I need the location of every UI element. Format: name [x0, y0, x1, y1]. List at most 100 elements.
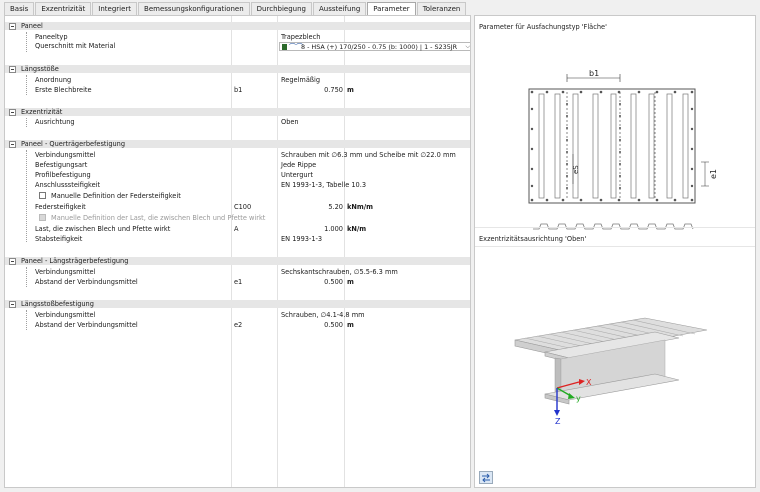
row-label: Paneeltyp — [35, 33, 68, 41]
row-anschlusssteifigkeit[interactable]: Anschlusssteifigkeit EN 1993-1-3, Tabell… — [5, 181, 470, 189]
section-laengsstoesse[interactable]: Längsstöße — [5, 65, 470, 73]
axis-y-label: y — [576, 394, 581, 403]
manuelle-federsteifigkeit-checkbox[interactable] — [39, 192, 46, 199]
collapse-icon[interactable] — [9, 109, 16, 116]
row-symbol: C100 — [234, 203, 252, 211]
checkbox-label: Manuelle Definition der Federsteifigkeit — [51, 192, 181, 200]
collapse-icon[interactable] — [9, 23, 16, 30]
row-label: Verbindungsmittel — [35, 268, 96, 276]
row-label: Verbindungsmittel — [35, 311, 96, 319]
layout-drawing: b1 eS e1 — [528, 69, 718, 230]
row-querschnitt[interactable]: Querschnitt mit Material ⌒⌒ 8 - HSA (+) … — [5, 42, 470, 52]
row-label: Abstand der Verbindungsmittel — [35, 321, 138, 329]
tab-parameter[interactable]: Parameter — [367, 2, 416, 16]
dropdown-value: 8 - HSA (+) 170/250 - 0.75 (b: 1000) | 1… — [301, 43, 458, 51]
row-value: Sechskantschrauben, ∅5.5-6.3 mm — [281, 268, 398, 276]
row-symbol: e1 — [234, 278, 243, 286]
section-exzentrizitaet[interactable]: Exzentrizität — [5, 108, 470, 116]
checkbox-label: Manuelle Definition der Last, die zwisch… — [51, 214, 266, 222]
tab-bemessungskonfigurationen[interactable]: Bemessungskonfigurationen — [138, 2, 250, 15]
z-axis-head — [554, 410, 560, 416]
row-label: Profilbefestigung — [35, 171, 91, 179]
tab-bar: Basis Exzentrizität Integriert Bemessung… — [4, 2, 467, 16]
collapse-icon[interactable] — [9, 66, 16, 73]
panel-frame — [528, 88, 696, 204]
dim-e1-label: e1 — [709, 169, 718, 179]
row-label: Querschnitt mit Material — [35, 42, 116, 50]
row-number[interactable]: 0.500 — [324, 321, 343, 329]
separator — [475, 246, 755, 247]
row-manuelle-last[interactable]: Manuelle Definition der Last, die zwisch… — [5, 214, 470, 222]
row-last-blech-pfette[interactable]: Last, die zwischen Blech und Pfette wirk… — [5, 225, 470, 233]
row-value: Untergurt — [281, 171, 313, 179]
row-unit: kNm/m — [347, 203, 374, 211]
beam-3d-drawing: X y Z — [514, 317, 708, 426]
section-title: Exzentrizität — [21, 108, 63, 116]
material-color-icon — [282, 44, 287, 50]
row-value: Schrauben, ∅4.1-4.8 mm — [281, 311, 365, 319]
row-erste-blechbreite[interactable]: Erste Blechbreite b1 0.750 m — [5, 86, 470, 94]
tab-toleranzen[interactable]: Toleranzen — [416, 2, 467, 15]
section-laengstraegerbefestigung[interactable]: Paneel - Längsträgerbefestigung — [5, 257, 470, 265]
row-verbindungsmittel-laengstraeger[interactable]: Verbindungsmittel Sechskantschrauben, ∅5… — [5, 268, 470, 276]
row-unit: m — [347, 86, 354, 94]
row-anordnung[interactable]: Anordnung Regelmäßig — [5, 76, 470, 84]
tab-durchbiegung[interactable]: Durchbiegung — [250, 2, 312, 15]
row-verbindungsmittel-laengsstoss[interactable]: Verbindungsmittel Schrauben, ∅4.1-4.8 mm — [5, 311, 470, 319]
row-abstand-laengsstoss[interactable]: Abstand der Verbindungsmittel e2 0.500 m — [5, 321, 470, 329]
row-number[interactable]: 0.750 — [324, 86, 343, 94]
row-label: Last, die zwischen Blech und Pfette wirk… — [35, 225, 171, 233]
row-ausrichtung[interactable]: Ausrichtung Oben — [5, 118, 470, 126]
section-quertraegerbefestigung[interactable]: Paneel - Querträgerbefestigung — [5, 140, 470, 148]
row-befestigungsart[interactable]: Befestigungsart Jede Rippe — [5, 161, 470, 169]
row-label: Anschlusssteifigkeit — [35, 181, 101, 189]
collapse-icon[interactable] — [9, 141, 16, 148]
row-label: Befestigungsart — [35, 161, 88, 169]
swap-icon — [482, 473, 490, 483]
row-value: Jede Rippe — [281, 161, 317, 169]
collapse-icon[interactable] — [9, 301, 16, 308]
row-number[interactable]: 0.500 — [324, 278, 343, 286]
section-paneel[interactable]: Paneel — [5, 22, 470, 30]
row-label: Abstand der Verbindungsmittel — [35, 278, 138, 286]
separator — [475, 227, 755, 228]
row-unit: m — [347, 321, 354, 329]
row-number[interactable]: 5.20 — [328, 203, 343, 211]
row-profilbefestigung[interactable]: Profilbefestigung Untergurt — [5, 171, 470, 179]
axis-z-label: Z — [555, 417, 561, 426]
manuelle-last-checkbox[interactable] — [39, 214, 46, 221]
row-paneeltyp[interactable]: Paneeltyp Trapezblech — [5, 33, 470, 41]
tab-integriert[interactable]: Integriert — [92, 2, 138, 15]
row-symbol: e2 — [234, 321, 243, 329]
dim-b1-label: b1 — [589, 69, 599, 78]
tab-exzentrizitaet[interactable]: Exzentrizität — [35, 2, 92, 15]
querschnitt-dropdown[interactable]: ⌒⌒ 8 - HSA (+) 170/250 - 0.75 (b: 1000) … — [279, 42, 470, 51]
row-abstand-laengstraeger[interactable]: Abstand der Verbindungsmittel e1 0.500 m — [5, 278, 470, 286]
row-federsteifigkeit[interactable]: Federsteifigkeit C100 5.20 kNm/m — [5, 203, 470, 211]
section-title: Paneel - Querträgerbefestigung — [21, 140, 126, 148]
row-symbol: b1 — [234, 86, 243, 94]
row-label: Erste Blechbreite — [35, 86, 92, 94]
row-manuelle-federsteifigkeit[interactable]: Manuelle Definition der Federsteifigkeit — [5, 192, 470, 200]
tab-basis[interactable]: Basis — [4, 2, 35, 15]
axis-x-label: X — [586, 378, 592, 387]
row-label: Ausrichtung — [35, 118, 75, 126]
row-verbindungsmittel[interactable]: Verbindungsmittel Schrauben mit ∅6.3 mm … — [5, 151, 470, 159]
row-stabsteifigkeit[interactable]: Stabsteifigkeit EN 1993-1-3 — [5, 235, 470, 243]
collapse-icon[interactable] — [9, 258, 16, 265]
section-title: Paneel - Längsträgerbefestigung — [21, 257, 129, 265]
section-title: Längsstöße — [21, 65, 59, 73]
section-laengsstossbefestigung[interactable]: Längsstoßbefestigung — [5, 300, 470, 308]
parameter-grid: Paneel Paneeltyp Trapezblech Querschnitt… — [4, 15, 471, 488]
preview-title-flaeche: Parameter für Ausfachungstyp 'Fläche' — [479, 23, 607, 31]
row-label: Federsteifigkeit — [35, 203, 86, 211]
row-value: Schrauben mit ∅6.3 mm und Scheibe mit ∅2… — [281, 151, 456, 159]
section-title: Längsstoßbefestigung — [21, 300, 94, 308]
row-symbol: A — [234, 225, 239, 233]
row-unit: m — [347, 278, 354, 286]
switch-view-button[interactable] — [479, 471, 493, 484]
tab-aussteifung[interactable]: Aussteifung — [312, 2, 367, 15]
row-value: Regelmäßig — [281, 76, 321, 84]
chevron-down-icon: ⌵ — [465, 43, 470, 50]
row-number[interactable]: 1.000 — [324, 225, 343, 233]
